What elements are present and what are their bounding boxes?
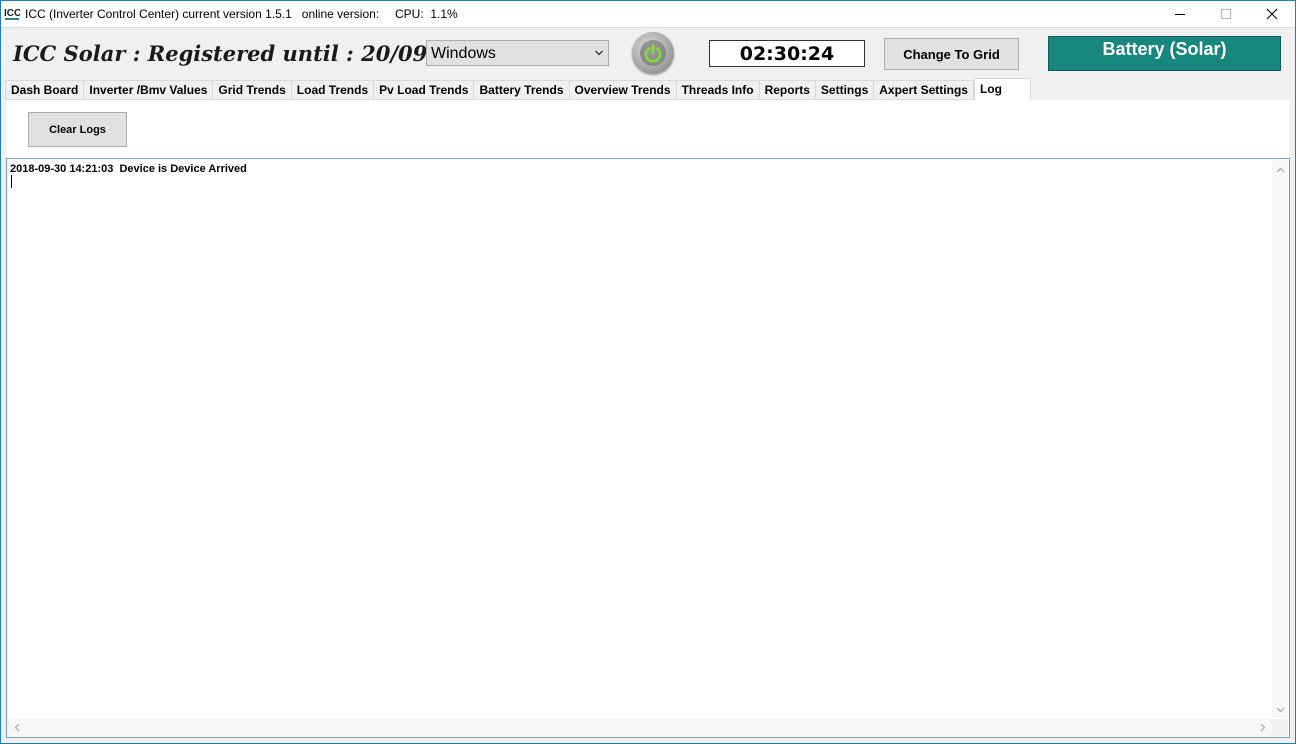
- tab-battery-trends[interactable]: Battery Trends: [473, 80, 569, 100]
- tab-inverter-bmv-values[interactable]: Inverter /Bmv Values: [83, 80, 213, 100]
- log-tab-panel: Clear Logs 2018-09-30 14:21:03 Device is…: [6, 100, 1290, 738]
- title-bar: ICC ICC (Inverter Control Center) curren…: [1, 1, 1295, 27]
- registration-title: ICC Solar : Registered until : 20/09/205…: [13, 41, 494, 66]
- cpu-usage: CPU: 1.1%: [395, 7, 458, 21]
- app-window: ICC ICC (Inverter Control Center) curren…: [0, 0, 1296, 744]
- chevron-down-icon: [595, 50, 603, 56]
- tab-strip: Dash Board Inverter /Bmv Values Grid Tre…: [5, 78, 1031, 100]
- maximize-button[interactable]: [1203, 1, 1249, 27]
- tab-log[interactable]: Log: [973, 78, 1031, 100]
- mode-select-value: Windows: [431, 45, 496, 62]
- app-logo-icon: ICC: [4, 5, 21, 23]
- clock-display: 02:30:24: [709, 40, 865, 67]
- maximize-icon: [1221, 9, 1231, 19]
- scroll-up-icon[interactable]: [1276, 166, 1285, 175]
- tab-grid-trends[interactable]: Grid Trends: [212, 80, 291, 100]
- scrollbar-corner: [1272, 719, 1288, 736]
- scroll-down-icon[interactable]: [1276, 705, 1285, 714]
- mode-select[interactable]: Windows: [426, 40, 609, 66]
- vertical-scrollbar[interactable]: [1272, 160, 1288, 718]
- change-to-grid-button[interactable]: Change To Grid: [884, 38, 1019, 70]
- horizontal-scrollbar[interactable]: [8, 719, 1272, 736]
- clear-logs-button[interactable]: Clear Logs: [28, 112, 127, 147]
- tab-pv-load-trends[interactable]: Pv Load Trends: [373, 80, 474, 100]
- power-button[interactable]: [632, 32, 674, 74]
- window-title: ICC (Inverter Control Center) current ve…: [25, 7, 380, 21]
- tab-axpert-settings[interactable]: Axpert Settings: [873, 80, 974, 100]
- power-button-face: [640, 40, 666, 66]
- close-icon: [1266, 8, 1278, 20]
- scroll-left-icon[interactable]: [13, 723, 22, 732]
- tab-overview-trends[interactable]: Overview Trends: [568, 80, 676, 100]
- title-separator: [1, 27, 1295, 28]
- log-line: 2018-09-30 14:21:03 Device is Device Arr…: [10, 163, 247, 175]
- text-caret: [11, 175, 12, 188]
- app-logo-text: ICC: [4, 8, 20, 19]
- tab-reports[interactable]: Reports: [758, 80, 815, 100]
- scroll-right-icon[interactable]: [1258, 723, 1267, 732]
- minimize-button[interactable]: [1157, 1, 1203, 27]
- tab-settings[interactable]: Settings: [814, 80, 874, 100]
- tab-dash-board[interactable]: Dash Board: [5, 80, 84, 100]
- close-button[interactable]: [1249, 1, 1295, 27]
- tab-load-trends[interactable]: Load Trends: [290, 80, 374, 100]
- power-icon: [644, 44, 662, 63]
- minimize-icon: [1175, 14, 1185, 15]
- log-textarea[interactable]: 2018-09-30 14:21:03 Device is Device Arr…: [6, 158, 1290, 738]
- power-source-status: Battery (Solar): [1048, 36, 1281, 71]
- tab-threads-info[interactable]: Threads Info: [675, 80, 759, 100]
